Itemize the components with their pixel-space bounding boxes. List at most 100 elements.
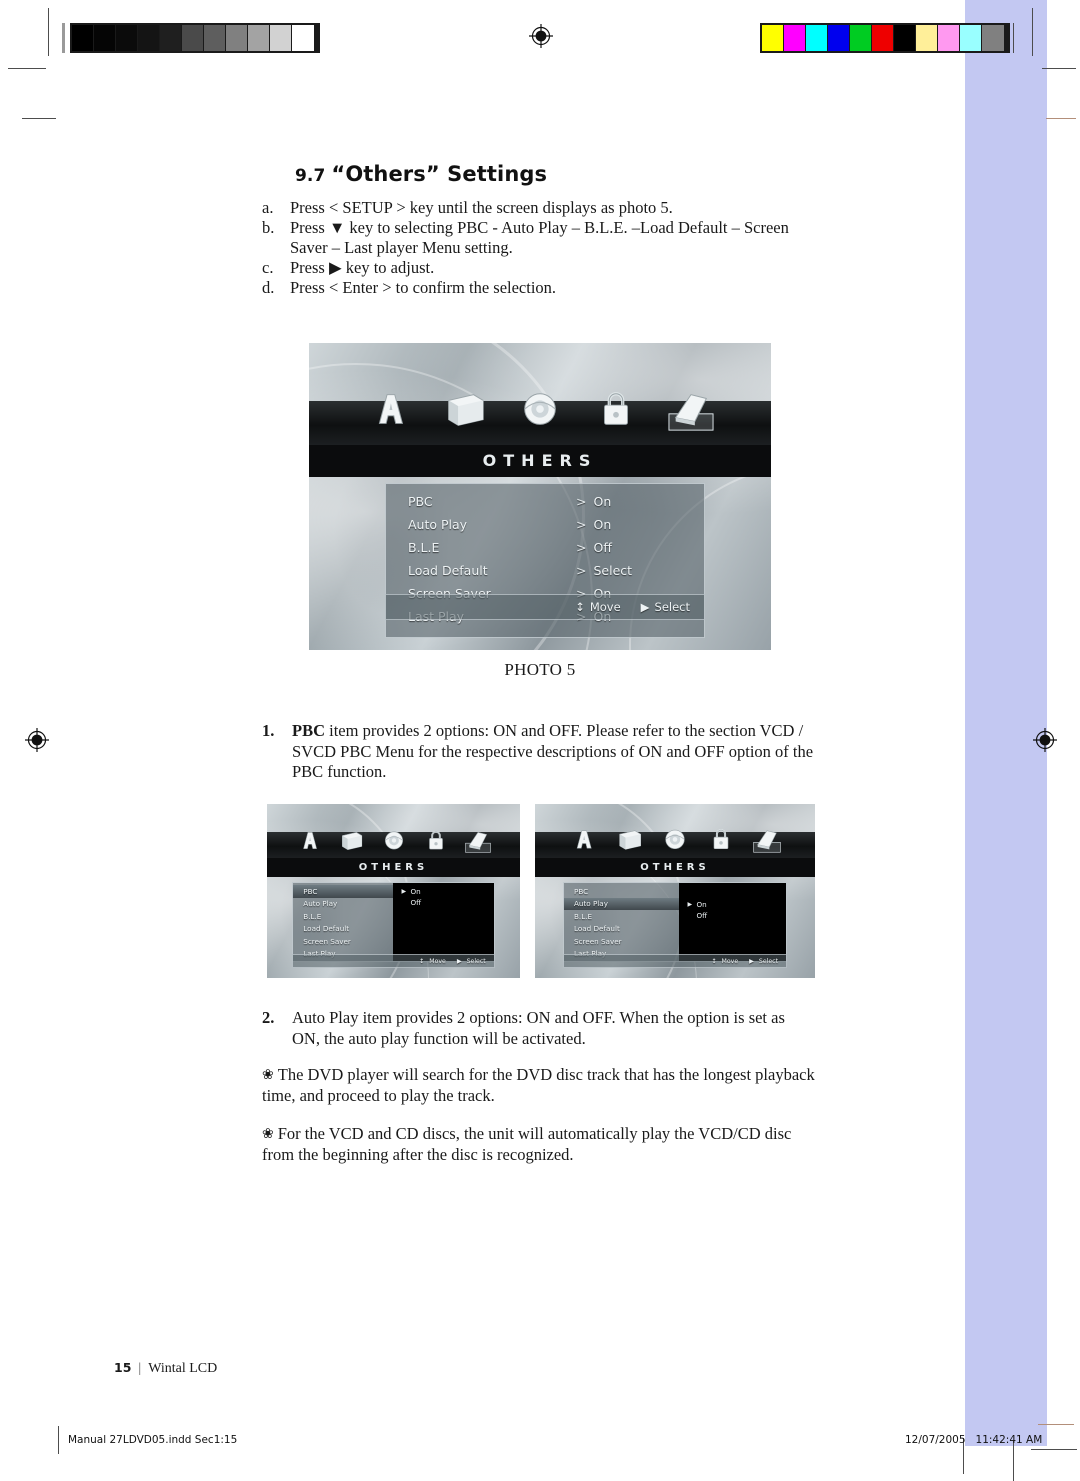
step-text: Press < SETUP > key until the screen dis… — [290, 198, 673, 217]
grayscale-swatch-2 — [116, 25, 138, 51]
folio-label: Wintal LCD — [148, 1361, 218, 1376]
registration-target-icon-right — [1032, 727, 1058, 753]
step-key: d. — [262, 278, 275, 297]
osd-screenshot-pbc-submenu: OTHERS PBC Auto Play B.L.E Load Default Scre… — [265, 802, 522, 980]
grayscale-swatch-8 — [248, 25, 270, 51]
osd-setting-row[interactable]: PBC > On — [386, 490, 704, 513]
language-icon[interactable] — [569, 826, 597, 854]
page-edge-color-band — [965, 0, 1047, 1446]
color-swatch-1 — [784, 25, 806, 51]
display-icon[interactable] — [615, 826, 643, 854]
chevron-right-icon: > — [576, 563, 587, 578]
osd-hint-select: ▶ Select — [749, 958, 778, 965]
osd-setting-row[interactable]: Auto Play > On — [386, 513, 704, 536]
slug-timestamp: 12/07/2005 11:42:41 AM — [905, 1434, 1042, 1446]
osd-submenu-option-label: Off — [696, 911, 708, 920]
osd-setting-row[interactable]: Load Default > Select — [386, 559, 704, 582]
crop-mark-top-right-horizontal — [1042, 68, 1076, 69]
grayscale-swatch-1 — [94, 25, 116, 51]
display-icon[interactable] — [338, 828, 364, 854]
others-folder-icon[interactable] — [753, 826, 781, 854]
section-number: 9.7 — [295, 166, 326, 187]
osd-setting-value-text: Off — [593, 540, 612, 555]
audio-icon[interactable] — [517, 387, 563, 433]
osd-setting-value[interactable]: > Off — [576, 540, 612, 555]
display-icon[interactable] — [441, 387, 487, 433]
step-key: a. — [262, 198, 274, 217]
osd-icon-row — [309, 367, 771, 433]
crop-mark-bottom-bleed-right — [1038, 1424, 1074, 1425]
color-calibration-strip — [760, 23, 1010, 53]
color-swatch-8 — [938, 25, 960, 51]
audio-icon[interactable] — [661, 826, 689, 854]
slug-date: 12/07/2005 — [905, 1434, 966, 1446]
play-arrow-icon: ▶ — [401, 888, 407, 895]
osd-setting-label: Auto Play — [408, 517, 468, 532]
osd-submenu-option[interactable]: Off — [687, 910, 786, 921]
crop-mark-bottom-right-vertical — [1013, 1441, 1014, 1481]
grayscale-strip-edge — [62, 23, 65, 53]
parental-lock-icon[interactable] — [423, 828, 449, 854]
chevron-right-icon: > — [576, 540, 587, 555]
play-arrow-icon: ▶ — [749, 957, 754, 965]
paragraph-number-1: 1. — [262, 721, 275, 740]
osd-settings-panel: PBC Auto Play B.L.E Load Default Screen Save… — [563, 882, 787, 962]
grayscale-swatch-3 — [138, 25, 160, 51]
note-text-1: The DVD player will search for the DVD d… — [262, 1065, 815, 1105]
osd-setting-value[interactable]: > On — [576, 494, 611, 509]
step-key: c. — [262, 258, 274, 277]
grayscale-swatch-5 — [182, 25, 204, 51]
language-icon[interactable] — [366, 387, 412, 433]
instruction-step: b. Press ▼ key to selecting PBC - Auto Pl… — [262, 218, 822, 258]
language-icon[interactable] — [296, 828, 322, 854]
chevron-right-icon: > — [576, 494, 587, 509]
paragraph-autoplay: 2. Auto Play item provides 2 options: ON… — [262, 1008, 812, 1049]
osd-setting-label: PBC — [408, 494, 433, 509]
play-arrow-icon: ▶ — [456, 957, 462, 965]
osd-hint-select: ▶ Select — [641, 600, 690, 614]
color-swatch-4 — [850, 25, 872, 51]
osd-setting-value-text: Select — [593, 563, 633, 578]
color-swatch-10 — [982, 25, 1004, 51]
osd-setting-value[interactable]: > Select — [576, 563, 632, 578]
play-arrow-icon: ▶ — [640, 600, 650, 614]
parental-lock-icon[interactable] — [707, 826, 735, 854]
page-footer-folio: 15 | Wintal LCD — [114, 1360, 217, 1377]
osd-submenu-option-selected[interactable]: ▶ On — [401, 886, 493, 897]
osd-hint-move: ↕ Move — [419, 958, 446, 965]
osd-hint-label: Move — [721, 957, 739, 965]
note-text-2: For the VCD and CD discs, the unit will … — [262, 1124, 792, 1164]
osd-setting-value[interactable]: > On — [576, 517, 611, 532]
others-folder-icon[interactable] — [465, 828, 491, 854]
section-title-text: “Others” Settings — [331, 162, 548, 187]
registration-target-icon-top — [528, 23, 554, 49]
crop-mark-top-left-vertical — [48, 8, 49, 56]
osd-hint-select: ▶ Select — [457, 958, 486, 965]
osd-hint-label: Select — [654, 600, 690, 614]
grayscale-swatch-4 — [160, 25, 182, 51]
osd-title: OTHERS — [267, 858, 520, 877]
osd-setting-value-text: On — [593, 517, 612, 532]
parental-lock-icon[interactable] — [593, 387, 639, 433]
osd-icon-row — [535, 814, 815, 854]
crop-mark-top-right-vertical — [1032, 8, 1033, 56]
paragraph-text-1: PBC item provides 2 options: ON and OFF.… — [292, 721, 822, 783]
instruction-step: c. Press ▶ key to adjust. — [262, 258, 822, 278]
flower-bullet-icon: ❀ — [262, 1126, 274, 1142]
folio-divider: | — [138, 1361, 142, 1376]
chevron-right-icon: > — [576, 517, 587, 532]
audio-icon[interactable] — [381, 828, 407, 854]
crop-mark-bottom-right-horizontal — [1031, 1449, 1077, 1450]
osd-hint-label: Select — [758, 957, 778, 965]
color-swatch-6 — [894, 25, 916, 51]
page-title: 9.7 “Others” Settings — [295, 162, 547, 186]
photo-caption: PHOTO 5 — [504, 660, 576, 679]
osd-submenu-option-selected[interactable]: ▶ On — [687, 899, 786, 910]
grayscale-swatch-9 — [270, 25, 292, 51]
osd-submenu-option[interactable]: Off — [401, 897, 493, 908]
registration-target-icon-left — [24, 727, 50, 753]
step-text: Press < Enter > to confirm the selection… — [290, 278, 557, 297]
others-folder-icon[interactable] — [668, 387, 714, 433]
osd-setting-row[interactable]: B.L.E > Off — [386, 536, 704, 559]
osd-hint-label: Move — [429, 957, 446, 965]
